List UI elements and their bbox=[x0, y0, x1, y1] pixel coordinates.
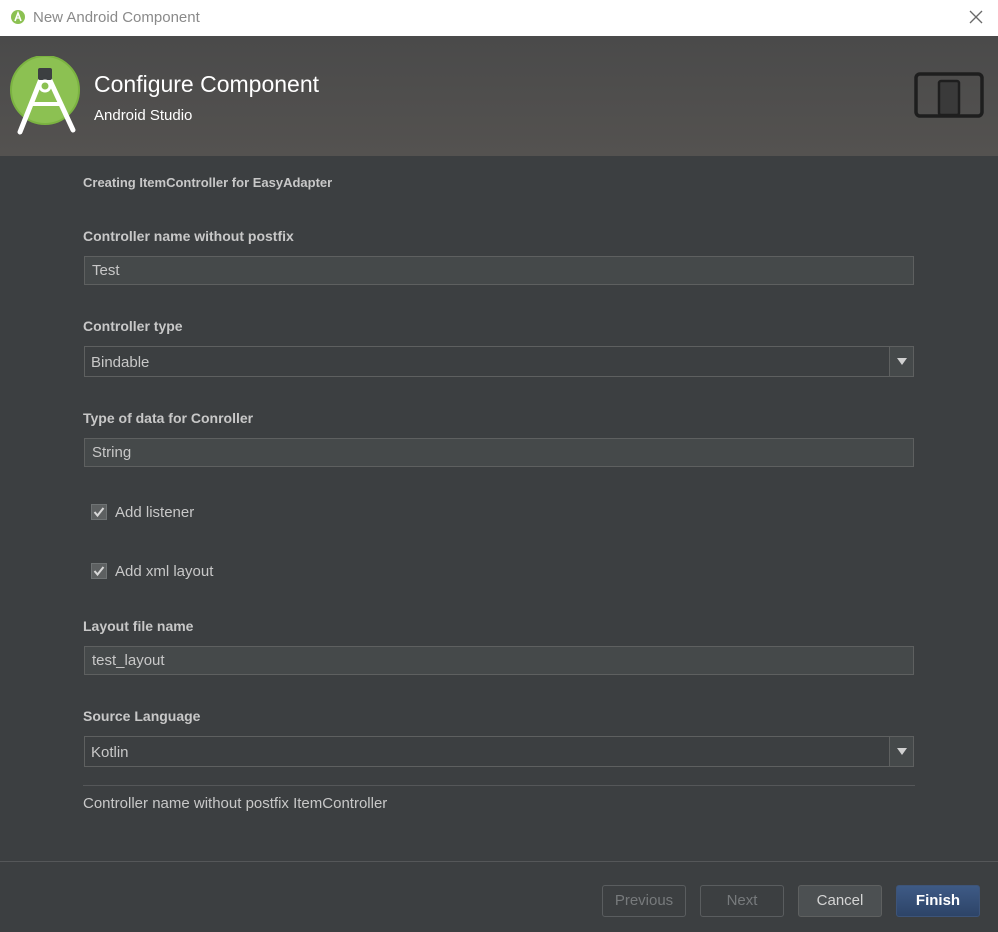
tablet-phone-icon bbox=[914, 72, 984, 118]
form-divider bbox=[83, 785, 915, 786]
window-title: New Android Component bbox=[33, 9, 200, 26]
android-studio-logo bbox=[10, 56, 80, 135]
form-description: Creating ItemController for EasyAdapter bbox=[83, 175, 333, 190]
header-banner: Configure Component Android Studio bbox=[0, 36, 998, 156]
dialog-window: New Android Component Configure Componen… bbox=[0, 0, 998, 932]
summary-text: Controller name without postfix ItemCont… bbox=[83, 795, 388, 812]
close-icon[interactable] bbox=[968, 9, 984, 25]
finish-button[interactable]: Finish bbox=[896, 885, 980, 917]
source-language-dropdown[interactable]: Kotlin bbox=[84, 736, 914, 767]
data-type-input[interactable] bbox=[84, 438, 914, 467]
page-title: Configure Component bbox=[94, 71, 320, 97]
title-bar: New Android Component bbox=[0, 0, 998, 36]
source-language-value: Kotlin bbox=[91, 744, 129, 761]
add-xml-layout-box[interactable] bbox=[91, 563, 107, 579]
add-listener-box[interactable] bbox=[91, 504, 107, 520]
source-language-label: Source Language bbox=[83, 708, 201, 724]
controller-type-dropdown[interactable]: Bindable bbox=[84, 346, 914, 377]
next-button[interactable]: Next bbox=[700, 885, 784, 917]
add-xml-layout-label: Add xml layout bbox=[115, 563, 214, 580]
add-listener-label: Add listener bbox=[115, 504, 195, 521]
data-type-label: Type of data for Conroller bbox=[83, 410, 254, 426]
checkmark-icon bbox=[93, 566, 105, 577]
cancel-button[interactable]: Cancel bbox=[798, 885, 882, 917]
chevron-down-icon bbox=[897, 358, 907, 365]
chevron-down-icon bbox=[897, 748, 907, 755]
page-subtitle: Android Studio bbox=[94, 107, 193, 124]
checkmark-icon bbox=[93, 507, 105, 518]
controller-type-arrow[interactable] bbox=[889, 347, 913, 376]
footer-divider bbox=[0, 861, 998, 862]
android-studio-icon bbox=[11, 10, 25, 24]
controller-type-value: Bindable bbox=[91, 354, 150, 371]
controller-name-input[interactable] bbox=[84, 256, 914, 285]
controller-type-label: Controller type bbox=[83, 318, 183, 334]
layout-file-name-input[interactable] bbox=[84, 646, 914, 675]
controller-name-label: Controller name without postfix bbox=[83, 228, 294, 244]
source-language-arrow[interactable] bbox=[889, 737, 913, 766]
layout-file-name-label: Layout file name bbox=[83, 618, 194, 634]
previous-button[interactable]: Previous bbox=[602, 885, 686, 917]
